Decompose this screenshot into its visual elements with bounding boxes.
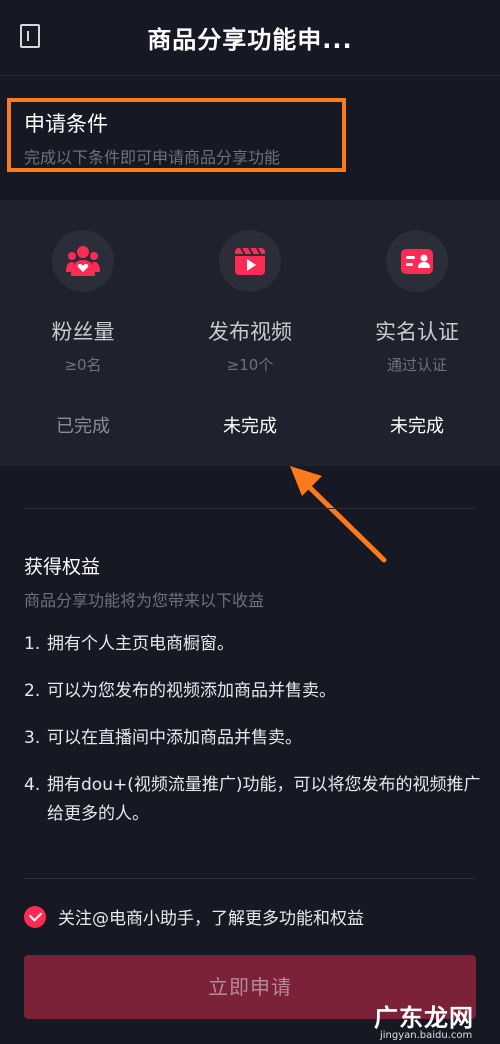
list-item: 4. 拥有dou+(视频流量推广)功能，可以将您发布的视频推广给更多的人。: [24, 771, 484, 829]
watermark-url: jingyan.baidu.com: [380, 1030, 473, 1041]
list-number: 3.: [24, 728, 41, 748]
divider: [24, 508, 476, 509]
agreement-text: 关注@电商小助手，了解更多功能和权益: [58, 909, 364, 929]
list-text: 可以为您发布的视频添加商品并售卖。: [47, 681, 336, 701]
list-text: 拥有dou+(视频流量推广)功能，可以将您发布的视频推广给更多的人。: [47, 775, 481, 824]
highlight-box: [7, 98, 346, 172]
list-number: 1.: [24, 634, 41, 654]
condition-requirement: ≥10个: [226, 356, 274, 374]
benefits-list: 1. 拥有个人主页电商橱窗。 2. 可以为您发布的视频添加商品并售卖。 3. 可…: [24, 630, 484, 847]
checkbox-checked-icon[interactable]: [24, 905, 46, 928]
page-title: 商品分享功能申...: [147, 26, 353, 54]
watermark: 广东龙网 jingyan.baidu.com: [366, 998, 500, 1044]
benefits-title: 获得权益: [24, 556, 101, 578]
condition-realname[interactable]: 实名认证 通过认证 未完成: [334, 200, 500, 466]
list-text: 可以在直播间中添加商品并售卖。: [47, 728, 302, 748]
video-icon: [219, 230, 281, 292]
condition-requirement: ≥0名: [64, 356, 102, 374]
divider: [24, 878, 476, 879]
watermark-text: 广东龙网: [374, 1004, 474, 1032]
id-card-icon: [386, 230, 448, 292]
header-bar: 商品分享功能申...: [0, 0, 500, 76]
condition-status: 未完成: [223, 416, 277, 437]
condition-requirement: 通过认证: [386, 356, 447, 374]
list-item: 2. 可以为您发布的视频添加商品并售卖。: [24, 677, 484, 706]
condition-status: 已完成: [56, 416, 110, 437]
condition-name: 发布视频: [208, 320, 292, 344]
condition-fans[interactable]: 粉丝量 ≥0名 已完成: [0, 200, 166, 466]
list-text: 拥有个人主页电商橱窗。: [47, 634, 234, 654]
condition-status: 未完成: [390, 416, 444, 437]
condition-video[interactable]: 发布视频 ≥10个 未完成: [167, 200, 333, 466]
list-item: 3. 可以在直播间中添加商品并售卖。: [24, 724, 484, 753]
conditions-panel: 粉丝量 ≥0名 已完成 发布视频 ≥10个 未完成 实名认证 通过认证 未完成: [0, 200, 500, 466]
condition-name: 实名认证: [375, 320, 459, 344]
list-number: 4.: [24, 775, 41, 795]
list-item: 1. 拥有个人主页电商橱窗。: [24, 630, 484, 659]
condition-name: 粉丝量: [51, 320, 115, 344]
fans-icon: [52, 230, 114, 292]
benefits-subtitle: 商品分享功能将为您带来以下收益: [24, 591, 265, 610]
agreement-row[interactable]: 关注@电商小助手，了解更多功能和权益: [24, 904, 364, 929]
annotation-arrow-icon: [290, 466, 387, 563]
list-number: 2.: [24, 681, 41, 701]
